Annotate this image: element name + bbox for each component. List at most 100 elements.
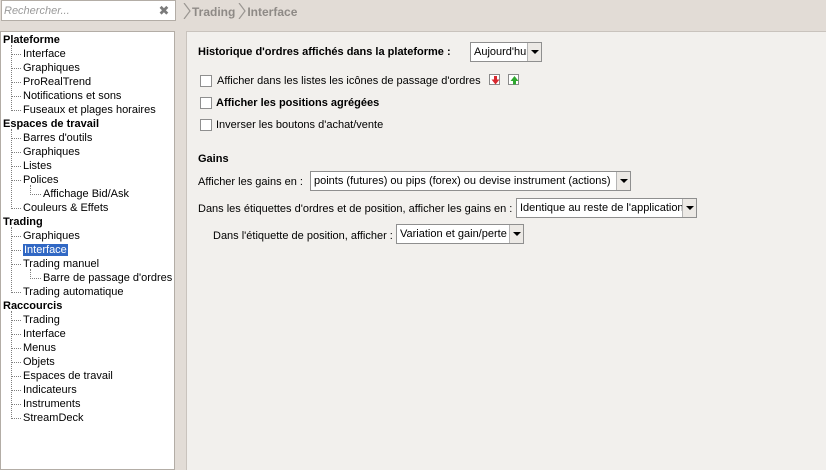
tree-item[interactable]: Objets [23,355,55,369]
show-gains-select[interactable]: points (futures) ou pips (forex) ou devi… [310,171,631,191]
tree-item-label: Graphiques [23,146,80,158]
labels-gains-label: Dans les étiquettes d'ordres et de posit… [198,203,513,215]
tree-connector [11,82,21,83]
tree-item-label: Affichage Bid/Ask [43,188,130,200]
tree-connector [11,348,21,349]
tree-item-label: Objets [23,356,55,368]
tree-connector [11,418,21,419]
tree-item[interactable]: Graphiques [23,61,80,75]
tree-item-label: Interface [23,328,66,340]
settings-panel: Historique d'ordres affichés dans la pla… [186,31,826,470]
chevron-down-icon [616,172,630,190]
tree-connector [11,54,21,55]
tree-connector [11,208,21,209]
tree-connector [30,194,41,195]
tree-item[interactable]: Trading manuel [23,257,99,271]
invert-buttons-checkbox[interactable] [200,119,212,131]
tree-item[interactable]: ProRealTrend [23,75,91,89]
tree-connector [11,110,21,111]
tree-connector [11,227,12,293]
tree-connector [11,390,21,391]
breadcrumb-item[interactable]: Interface [247,5,297,19]
chevron-down-icon [509,225,523,243]
search-box[interactable]: ✖ [1,0,176,21]
search-input[interactable] [4,2,154,19]
tree-item-label: Notifications et sons [23,90,122,102]
tree-connector [11,166,21,167]
tree-item-label: Indicateurs [23,384,77,396]
history-select-value: Aujourd'hui [474,46,529,58]
tree-item[interactable]: Trading [23,313,60,327]
tree-item-label: Espaces de travail [3,118,100,130]
tree-connector [11,138,21,139]
tree-item-label: Listes [23,160,52,172]
chevron-right-icon [238,3,247,19]
buy-order-icon [508,74,519,85]
breadcrumb-item[interactable]: Trading [192,5,235,19]
show-order-icons-checkbox[interactable] [200,75,212,87]
tree-item[interactable]: Barres d'outils [23,131,92,145]
gains-section-title: Gains [198,153,229,165]
tree-item-label: Graphiques [23,230,80,242]
tree-item[interactable]: Instruments [23,397,80,411]
tree-item[interactable]: Interface [23,243,68,257]
tree-connector [11,320,21,321]
tree-connector [11,180,21,181]
tree-item-label: Graphiques [23,62,80,74]
labels-gains-select[interactable]: Identique au reste de l'application [516,198,697,218]
tree-item[interactable]: StreamDeck [23,411,84,425]
show-gains-label: Afficher les gains en : [198,176,303,188]
tree-item-label: Polices [23,174,59,186]
tree-connector [11,362,21,363]
sell-order-icon [489,74,500,85]
tree-item-label: Couleurs & Effets [23,202,109,214]
tree-connector [30,269,31,279]
tree-connector [11,334,21,335]
tree-category[interactable]: Trading [3,215,43,229]
tree-connector [11,236,21,237]
settings-tree: Plateforme Interface Graphiques ProRealTren… [0,31,175,470]
tree-connector [30,278,41,279]
history-select[interactable]: Aujourd'hui [470,42,542,62]
tree-connector [11,404,21,405]
tree-item[interactable]: Couleurs & Effets [23,201,108,215]
close-icon[interactable]: ✖ [157,2,171,19]
tree-item[interactable]: Fuseaux et plages horaires [23,103,156,117]
tree-category[interactable]: Espaces de travail [3,117,99,131]
tree-item[interactable]: Interface [23,47,66,61]
tree-item[interactable]: Trading automatique [23,285,124,299]
chevron-down-icon [527,43,541,61]
tree-item[interactable]: Notifications et sons [23,89,121,103]
aggregated-positions-checkbox[interactable] [200,97,212,109]
tree-item[interactable]: Menus [23,341,56,355]
tree-item[interactable]: Espaces de travail [23,369,113,383]
left-column: ✖ PlateformeInterfaceGraphiquesProRealTr… [0,0,180,470]
tree-item[interactable]: Listes [23,159,52,173]
history-label: Historique d'ordres affichés dans la pla… [198,46,451,58]
position-label-select-value: Variation et gain/perte [400,228,507,240]
tree-item-label: Barre de passage d'ordres [43,272,173,284]
tree-item[interactable]: Graphiques [23,145,80,159]
tree-item[interactable]: Interface [23,327,66,341]
tree-item[interactable]: Affichage Bid/Ask [43,187,129,201]
chevron-right-icon [183,3,191,19]
tree-item[interactable]: Polices [23,173,58,187]
tree-item-label: Trading automatique [23,286,124,298]
tree-connector [11,68,21,69]
tree-item-label: Espaces de travail [23,370,113,382]
breadcrumb: Trading Interface [183,0,300,22]
tree-connector [11,96,21,97]
tree-item[interactable]: Barre de passage d'ordres [43,271,172,285]
tree-item[interactable]: Graphiques [23,229,80,243]
position-label-select[interactable]: Variation et gain/perte [396,224,524,244]
tree-item-label: Instruments [23,398,81,410]
tree-item-label: StreamDeck [23,412,84,424]
tree-connector [11,152,21,153]
tree-item-label: Trading [23,314,60,326]
tree-connector [11,45,12,111]
tree-item-label: ProRealTrend [23,76,92,88]
tree-item-label: Barres d'outils [23,132,93,144]
chevron-down-icon [682,199,696,217]
tree-item[interactable]: Indicateurs [23,383,77,397]
tree-connector [11,311,12,419]
